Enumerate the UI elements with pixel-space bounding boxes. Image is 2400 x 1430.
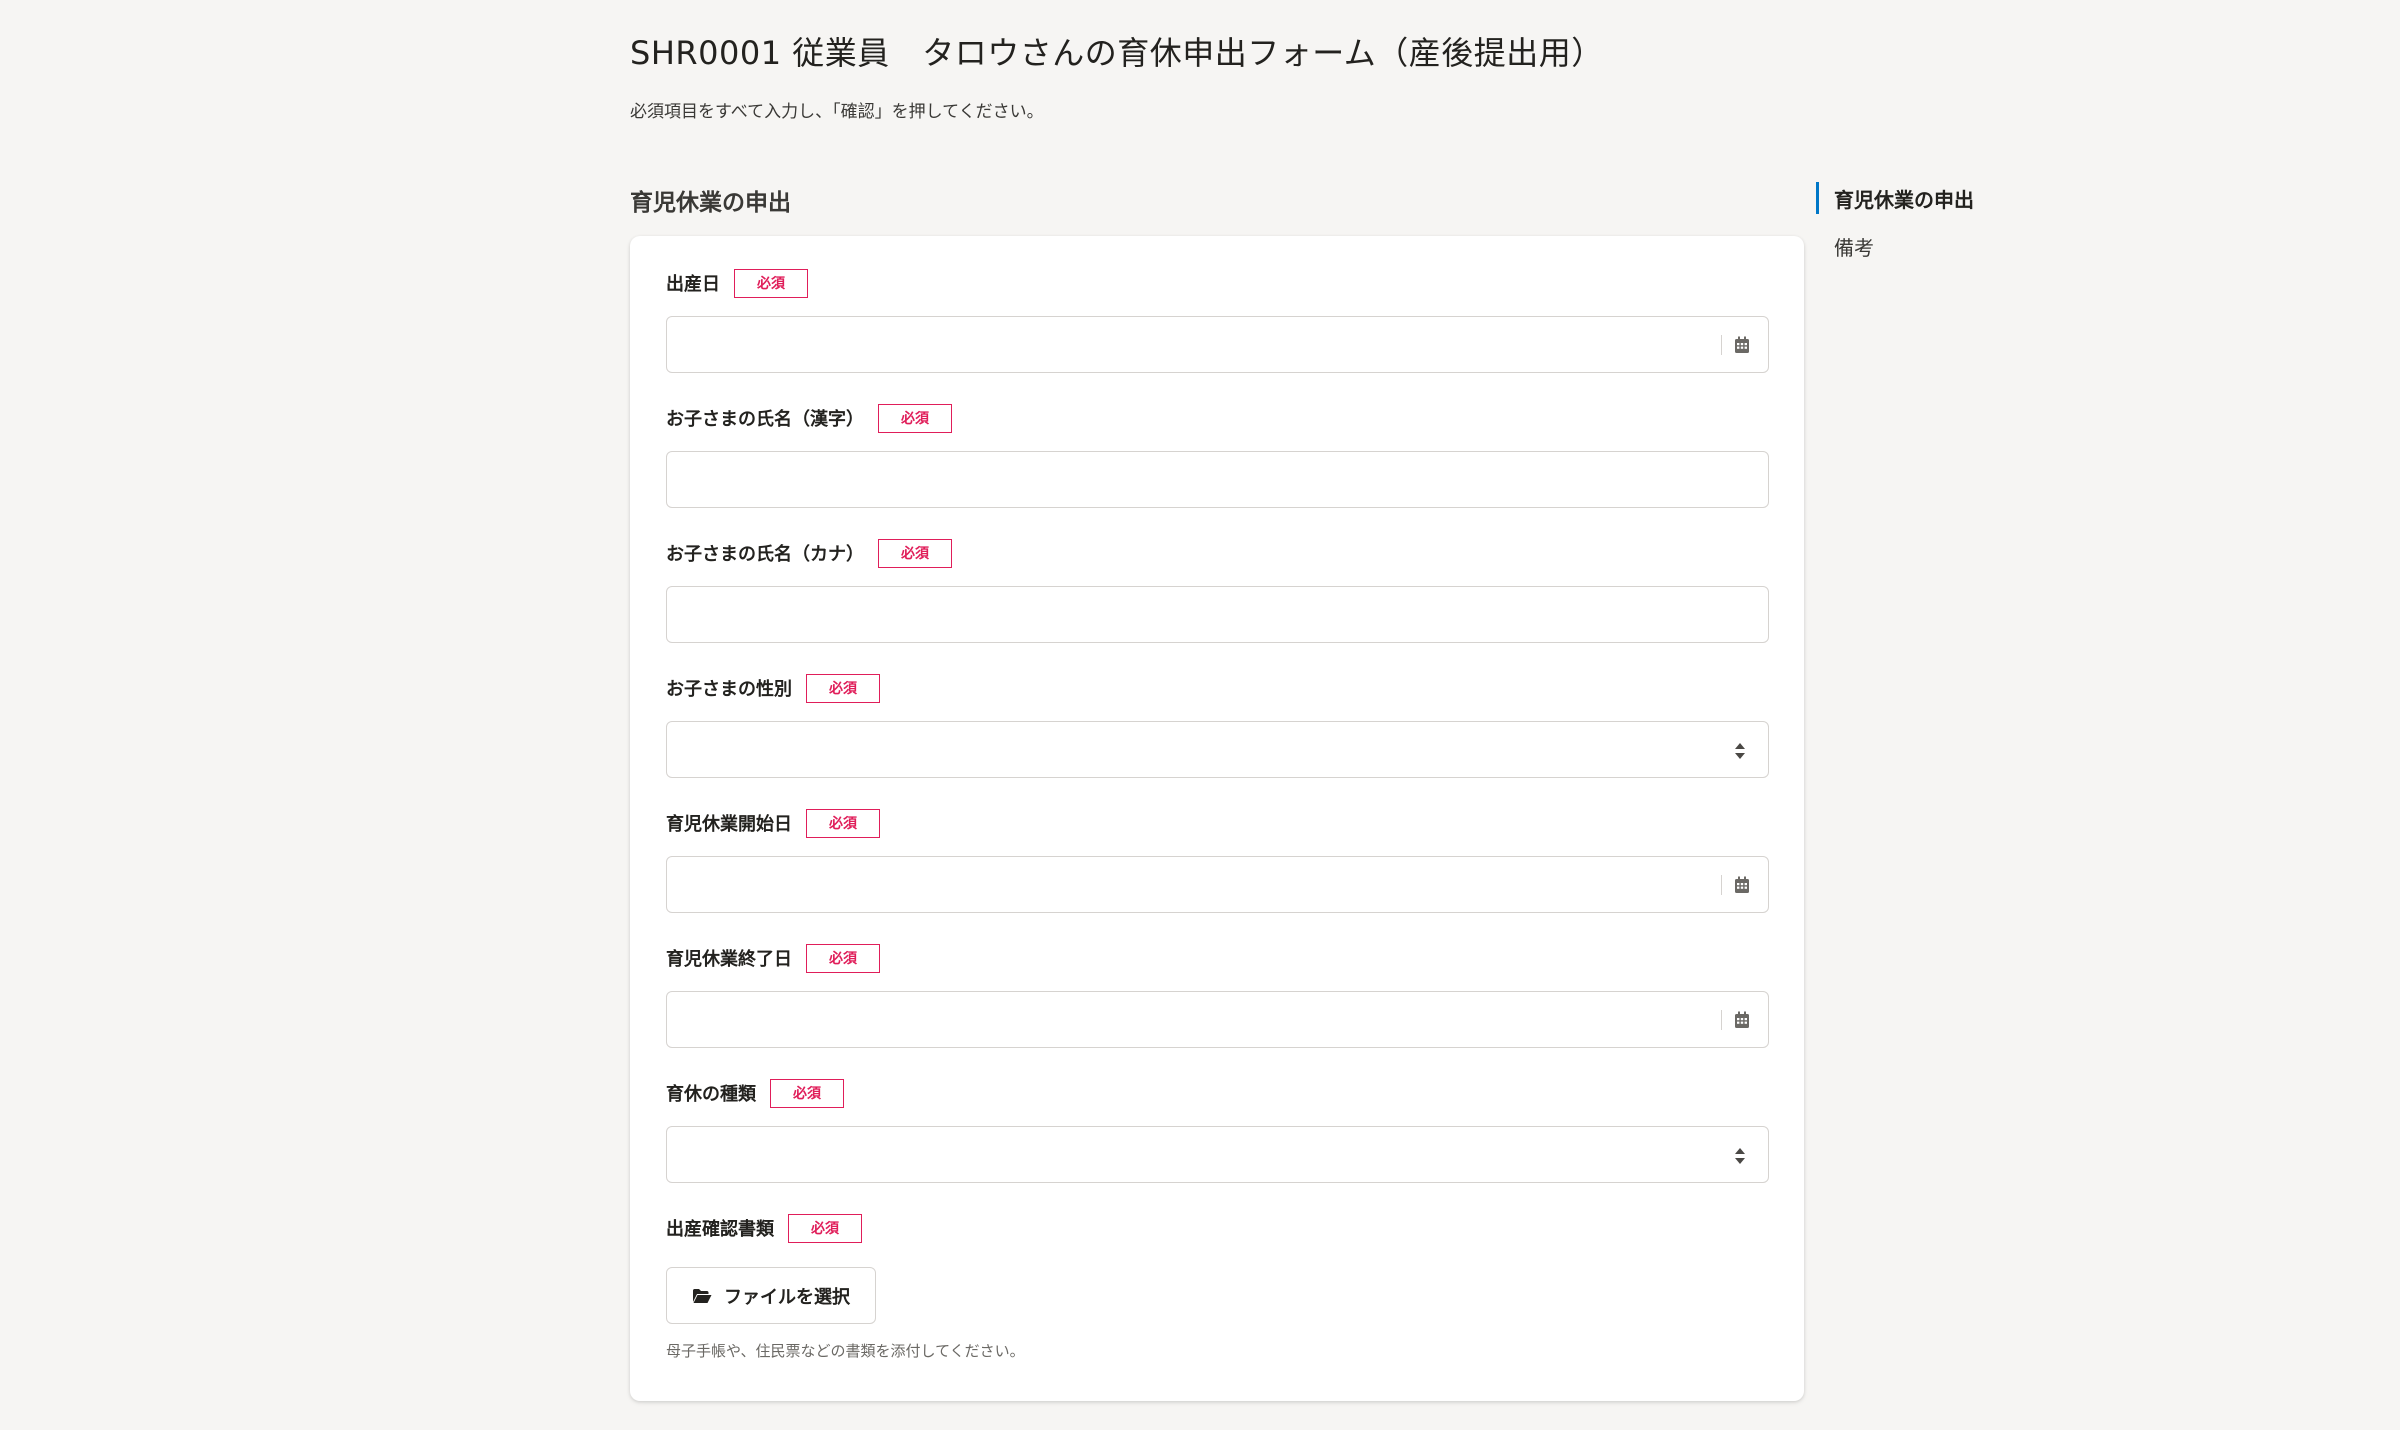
divider <box>1721 335 1722 355</box>
required-badge: 必須 <box>806 808 880 838</box>
child-gender-field: お子さまの性別 必須 <box>666 673 1769 778</box>
leave-end-date-text[interactable] <box>667 992 1768 1047</box>
select-arrows-icon <box>1735 1148 1745 1164</box>
leave-type-label: 育休の種類 <box>666 1084 756 1105</box>
birth-document-label: 出産確認書類 <box>666 1219 774 1240</box>
leave-end-date-label: 育児休業終了日 <box>666 949 792 970</box>
file-select-label: ファイルを選択 <box>724 1286 850 1308</box>
required-badge: 必須 <box>878 538 952 568</box>
child-name-kanji-label: お子さまの氏名（漢字） <box>666 409 864 430</box>
child-name-kana-text[interactable] <box>667 587 1768 642</box>
child-name-kanji-input[interactable] <box>666 451 1769 508</box>
child-gender-label: お子さまの性別 <box>666 679 792 700</box>
required-badge: 必須 <box>806 673 880 703</box>
leave-start-date-text[interactable] <box>667 857 1768 912</box>
required-badge: 必須 <box>734 268 808 298</box>
leave-type-select[interactable] <box>666 1126 1769 1183</box>
child-name-kana-input[interactable] <box>666 586 1769 643</box>
form-card: 出産日 必須 お子さまの氏名（漢字） 必須 お子さまの氏名（カナ） 必須 お子さ… <box>630 236 1804 1401</box>
birth-date-text[interactable] <box>667 317 1768 372</box>
child-name-kana-label: お子さまの氏名（カナ） <box>666 544 864 565</box>
birth-date-label: 出産日 <box>666 274 720 295</box>
divider <box>1721 1010 1722 1030</box>
birth-document-field: 出産確認書類 必須 ファイルを選択 母子手帳や、住民票などの書類を添付してくださ… <box>666 1213 1769 1361</box>
toc-item-leave-request[interactable]: 育児休業の申出 <box>1816 180 1974 216</box>
calendar-icon[interactable] <box>1734 1011 1750 1029</box>
required-badge: 必須 <box>770 1078 844 1108</box>
leave-end-date-field: 育児休業終了日 必須 <box>666 943 1769 1048</box>
leave-type-field: 育休の種類 必須 <box>666 1078 1769 1183</box>
birth-date-input[interactable] <box>666 316 1769 373</box>
section-heading: 育児休業の申出 <box>630 190 791 216</box>
divider <box>1721 875 1722 895</box>
child-name-kana-field: お子さまの氏名（カナ） 必須 <box>666 538 1769 643</box>
child-gender-select[interactable] <box>666 721 1769 778</box>
file-help-text: 母子手帳や、住民票などの書類を添付してください。 <box>666 1342 1025 1360</box>
leave-start-date-field: 育児休業開始日 必須 <box>666 808 1769 913</box>
leave-start-date-label: 育児休業開始日 <box>666 814 792 835</box>
child-name-kanji-field: お子さまの氏名（漢字） 必須 <box>666 403 1769 508</box>
select-arrows-icon <box>1735 743 1745 759</box>
calendar-icon[interactable] <box>1734 876 1750 894</box>
toc-item-remarks[interactable]: 備考 <box>1816 228 1974 264</box>
page-description: 必須項目をすべて入力し、「確認」を押してください。 <box>630 102 1044 122</box>
birth-date-field: 出産日 必須 <box>666 268 1769 373</box>
folder-open-icon <box>693 1288 712 1303</box>
required-badge: 必須 <box>788 1213 862 1243</box>
page-title: SHR0001 従業員 タロウさんの育休申出フォーム（産後提出用） <box>630 34 1604 72</box>
file-select-button[interactable]: ファイルを選択 <box>666 1267 876 1324</box>
required-badge: 必須 <box>806 943 880 973</box>
child-name-kanji-text[interactable] <box>667 452 1768 507</box>
table-of-contents: 育児休業の申出 備考 <box>1816 180 1974 276</box>
calendar-icon[interactable] <box>1734 336 1750 354</box>
leave-end-date-input[interactable] <box>666 991 1769 1048</box>
required-badge: 必須 <box>878 403 952 433</box>
leave-start-date-input[interactable] <box>666 856 1769 913</box>
